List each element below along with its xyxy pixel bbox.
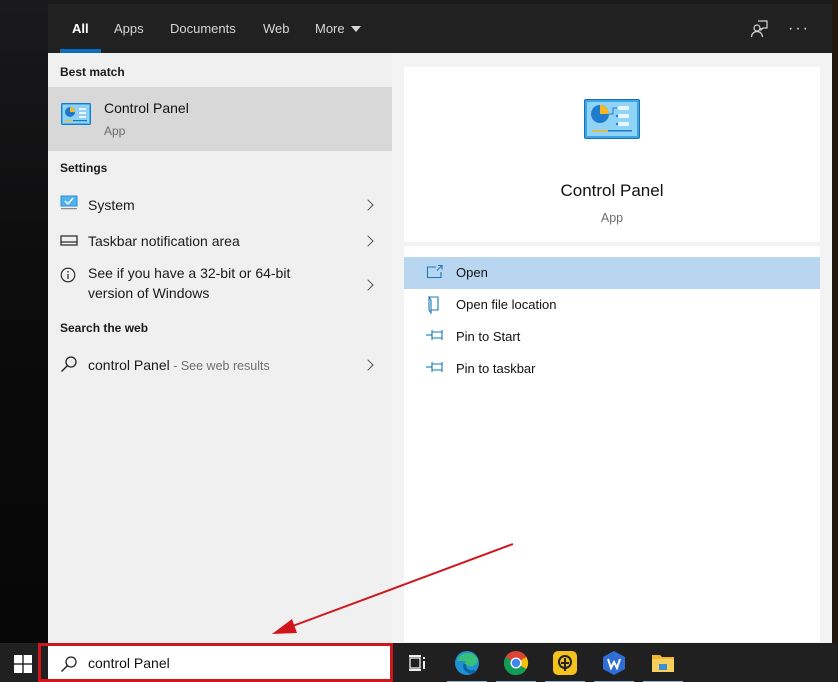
tab-more[interactable]: More — [315, 4, 361, 53]
settings-item-label: See if you have a 32-bit or 64-bit versi… — [88, 263, 290, 303]
start-button[interactable] — [14, 655, 32, 673]
lightpdf-icon — [553, 651, 577, 675]
taskbar-search-input[interactable]: control Panel — [48, 646, 390, 680]
tab-label: Apps — [114, 21, 144, 36]
pin-icon — [426, 328, 444, 347]
action-pin-to-taskbar[interactable]: Pin to taskbar — [404, 353, 820, 385]
task-view-icon — [409, 655, 425, 671]
action-label: Pin to Start — [456, 329, 521, 344]
tab-label: All — [72, 21, 89, 36]
search-web-header: Search the web — [60, 321, 149, 335]
settings-item-label: System — [88, 197, 135, 213]
tab-web[interactable]: Web — [263, 4, 290, 53]
label-line-2: version of Windows — [88, 285, 210, 301]
file-location-icon — [426, 295, 442, 319]
results-list: Best match Control Panel App Settings Sy… — [48, 53, 392, 643]
divider — [404, 242, 820, 246]
control-panel-icon — [61, 103, 91, 130]
chevron-right-icon — [362, 199, 374, 211]
task-view-button[interactable] — [403, 649, 431, 677]
file-explorer-taskbar-button[interactable] — [643, 649, 683, 682]
open-icon — [426, 264, 444, 285]
web-result-label: control Panel - See web results — [88, 355, 270, 376]
web-search-result[interactable]: control Panel - See web results — [48, 349, 392, 381]
action-label: Open file location — [456, 297, 557, 312]
tab-label: More — [315, 21, 345, 36]
caret-down-icon — [350, 25, 361, 32]
control-panel-large-icon — [584, 99, 640, 144]
detail-title: Control Panel — [560, 181, 664, 200]
chrome-taskbar-button[interactable] — [496, 649, 536, 682]
chevron-right-icon — [362, 359, 374, 371]
action-pin-to-start[interactable]: Pin to Start — [404, 321, 820, 353]
tab-label: Documents — [170, 21, 236, 36]
wps-office-taskbar-button[interactable] — [594, 649, 634, 682]
detail-pane: Control Panel App Open Open file locatio… — [392, 53, 832, 643]
action-label: Pin to taskbar — [456, 361, 536, 376]
tab-apps[interactable]: Apps — [114, 4, 144, 53]
pin-icon — [426, 360, 444, 379]
edge-icon — [455, 651, 479, 675]
action-open-file-location[interactable]: Open file location — [404, 289, 820, 321]
settings-item-32-64-bit[interactable]: See if you have a 32-bit or 64-bit versi… — [48, 261, 392, 309]
web-result-suffix: - See web results — [169, 359, 270, 373]
windows-logo-icon — [14, 655, 32, 673]
more-options-icon[interactable]: ··· — [786, 16, 812, 42]
settings-header: Settings — [60, 161, 108, 175]
search-icon — [60, 655, 78, 678]
feedback-icon[interactable] — [746, 16, 772, 42]
best-match-result[interactable]: Control Panel App — [48, 87, 392, 151]
search-input-value: control Panel — [88, 655, 170, 671]
tab-label: Web — [263, 21, 290, 36]
more-options-glyph: ··· — [788, 20, 810, 37]
tab-all[interactable]: All — [60, 4, 100, 53]
action-label: Open — [456, 265, 488, 280]
edge-taskbar-button[interactable] — [447, 649, 487, 682]
settings-item-system[interactable]: System — [48, 189, 392, 221]
chrome-icon — [503, 651, 529, 676]
tab-documents[interactable]: Documents — [170, 4, 236, 53]
detail-subtitle: App — [600, 211, 624, 225]
label-line-1: See if you have a 32-bit or 64-bit — [88, 265, 291, 281]
wps-office-icon — [603, 651, 625, 675]
settings-item-taskbar-notification-area[interactable]: Taskbar notification area — [48, 225, 392, 257]
folder-icon — [652, 655, 674, 672]
chevron-right-icon — [362, 235, 374, 247]
search-icon — [60, 355, 78, 378]
lightpdf-taskbar-button[interactable] — [545, 649, 585, 682]
best-match-subtitle: App — [104, 124, 126, 138]
desktop-background — [832, 0, 838, 643]
taskbar-icon — [60, 234, 78, 252]
action-open[interactable]: Open — [404, 257, 820, 289]
detail-card: Control Panel App Open Open file locatio… — [404, 67, 820, 642]
best-match-header: Best match — [60, 65, 125, 79]
best-match-title: Control Panel — [104, 100, 189, 116]
info-icon — [60, 267, 76, 288]
chevron-right-icon — [362, 279, 374, 291]
search-panel: All Apps Documents Web More ··· Best mat… — [48, 4, 832, 643]
monitor-icon — [60, 195, 78, 216]
settings-item-label: Taskbar notification area — [88, 233, 240, 249]
web-result-query: control Panel — [88, 357, 170, 373]
search-tabs-bar: All Apps Documents Web More ··· — [48, 4, 832, 53]
